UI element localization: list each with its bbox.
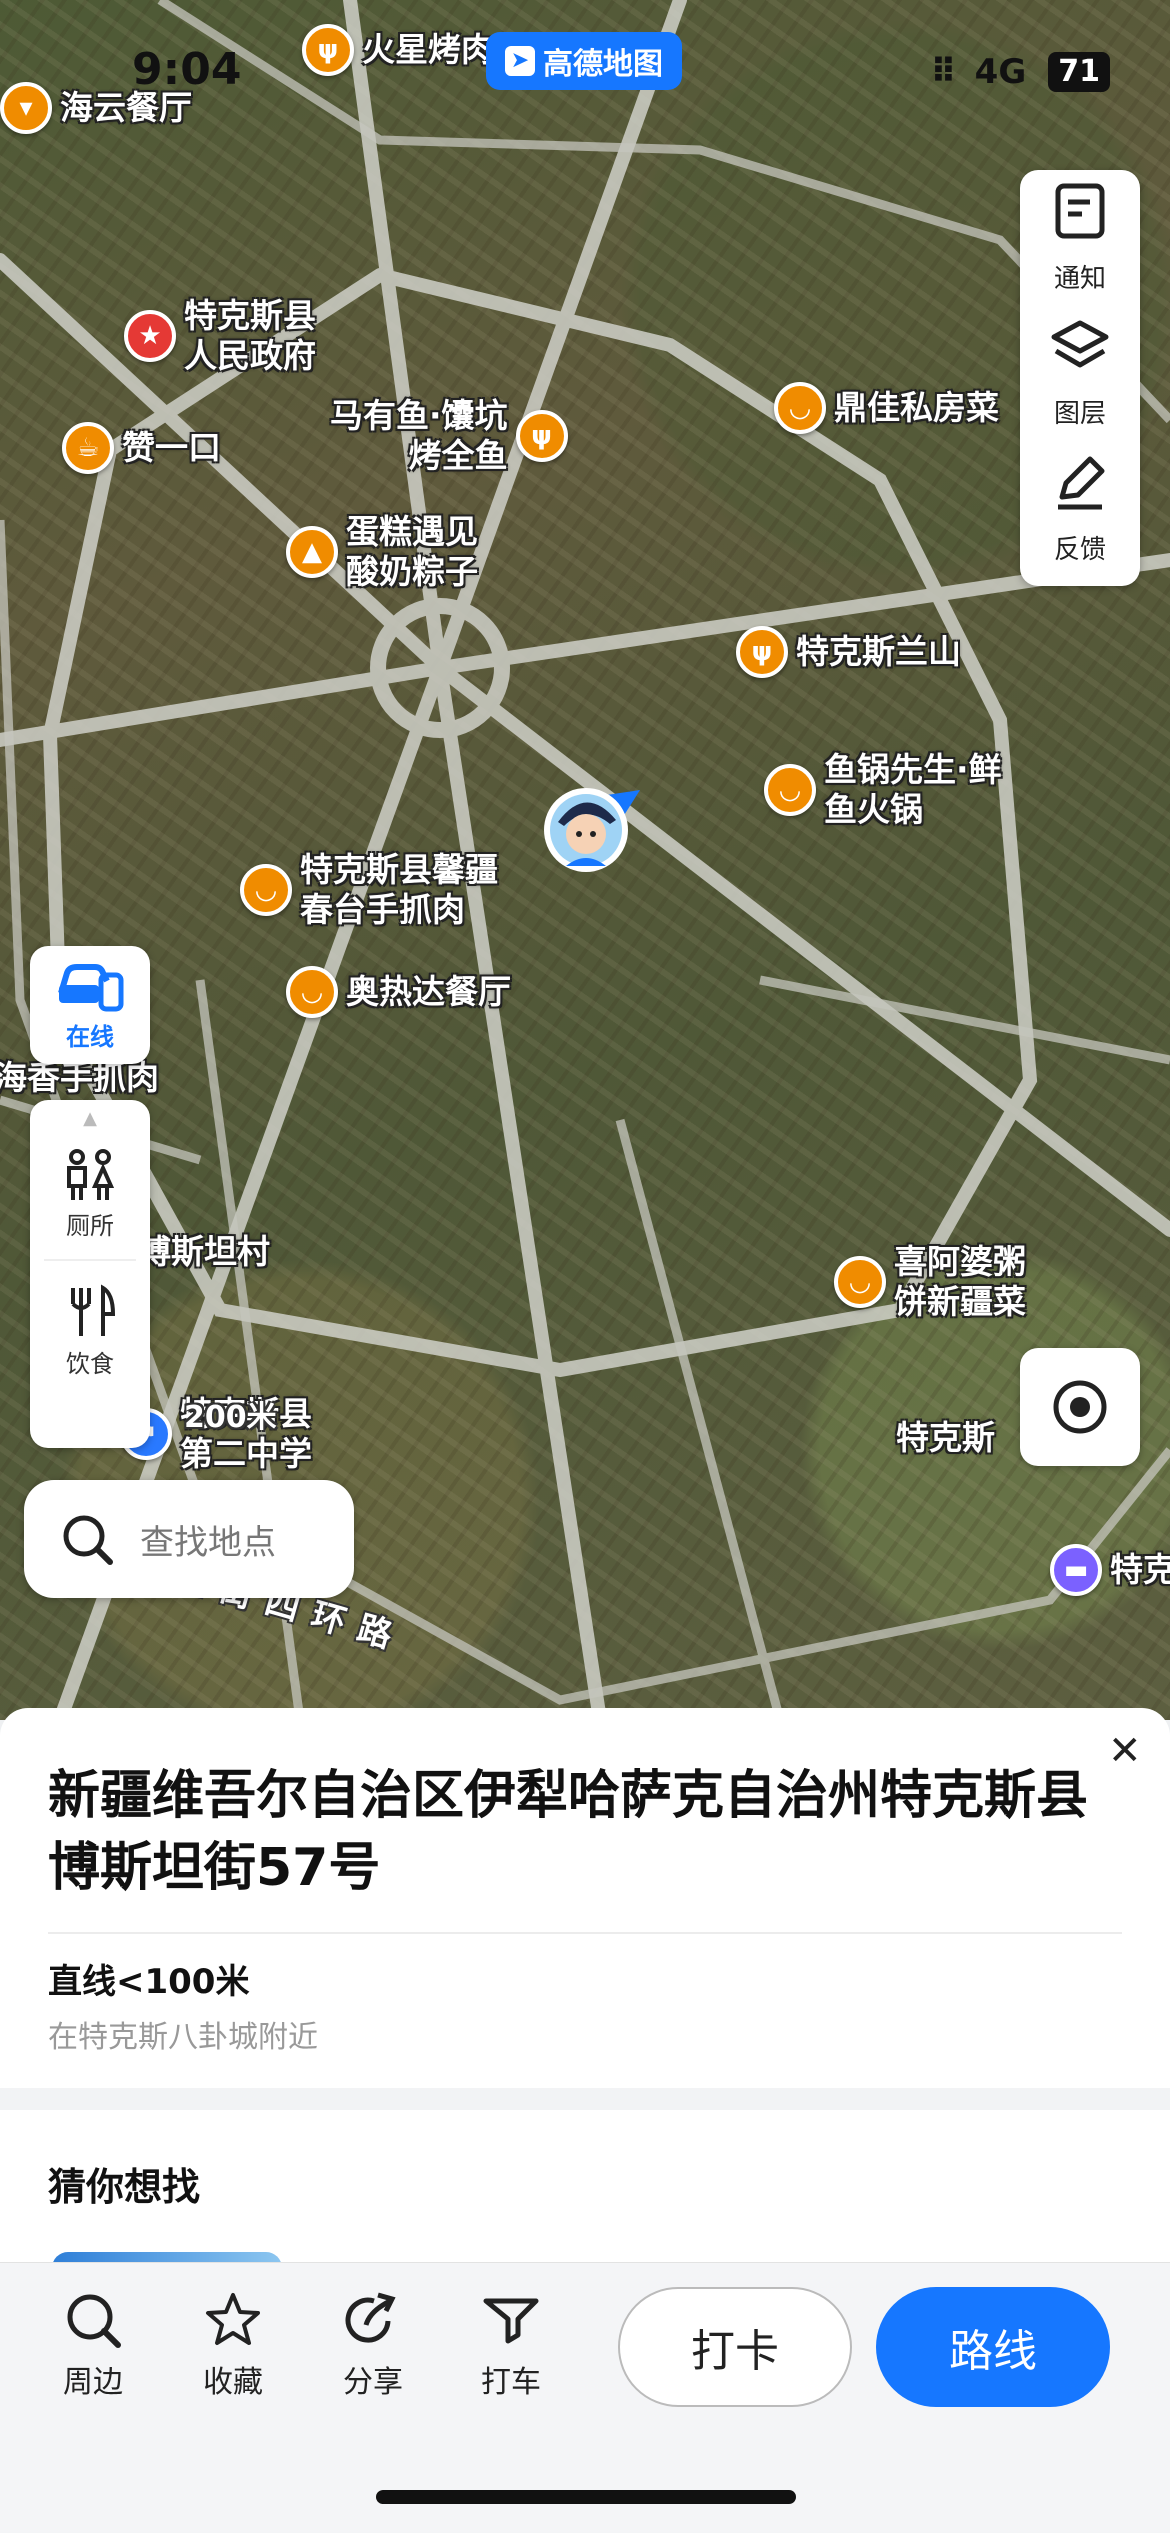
online-label: 在线 (66, 1022, 114, 1051)
share-icon (345, 2292, 396, 2343)
cutlery-icon (71, 1283, 116, 1336)
layers-icon (1050, 319, 1110, 387)
divider (48, 1932, 1122, 1934)
poi-zanyikou[interactable]: ☕ 赞一口 (62, 422, 221, 474)
poi-yuguo[interactable]: ◡ 鱼锅先生·鲜 鱼火锅 (764, 750, 1002, 830)
taxi-button[interactable]: 打车 (456, 2291, 566, 2401)
layers-button[interactable]: 图层 (1020, 306, 1140, 442)
category-panel: ▲ 厕所 饮食 (30, 1100, 150, 1448)
poi-lanshan[interactable]: ψ 特克斯兰山 (736, 626, 961, 678)
government-star-icon: ★ (124, 310, 176, 362)
notice-icon (1052, 182, 1108, 252)
toilet-label: 厕所 (66, 1211, 114, 1240)
cake-icon: ▲ (286, 526, 338, 578)
car-icon (58, 963, 124, 1011)
food-label: 饮食 (66, 1349, 114, 1378)
network-label: 4G (974, 52, 1027, 92)
poi-xiapo[interactable]: ◡ 喜阿婆粥 饼新疆菜 (834, 1242, 1026, 1322)
user-location-marker[interactable] (540, 784, 640, 876)
feedback-label: 反馈 (1053, 534, 1106, 565)
address-title: 新疆维吾尔自治区伊犁哈萨克自治州特克斯县博斯坦街57号 (48, 1766, 1089, 1898)
bowl-icon: ◡ (774, 382, 826, 434)
poi-hotel[interactable]: ▬ 特克 (1050, 1544, 1170, 1596)
toilet-button[interactable]: 厕所 (30, 1129, 150, 1259)
amap-brand-badge[interactable]: ➤ 高德地图 (486, 32, 682, 90)
poi-xinjiang[interactable]: ◡ 特克斯县馨疆 春台手抓肉 (240, 850, 498, 930)
cutlery-icon: ψ (302, 24, 354, 76)
coffee-cup-icon: ☕ (62, 422, 114, 474)
bowl-icon: ◡ (286, 966, 338, 1018)
nearby-text: 在特克斯八卦城附近 (48, 2020, 318, 2055)
battery-icon: 71 (1048, 52, 1110, 92)
poi-dingjia[interactable]: ◡ 鼎佳私房菜 (774, 382, 999, 434)
nearby-label: 周边 (63, 2365, 123, 2400)
taxi-icon (483, 2298, 539, 2344)
route-button[interactable]: 路线 (876, 2287, 1110, 2407)
bowl-icon: ◡ (764, 764, 816, 816)
poi-haixiang[interactable]: 海香手抓肉 (0, 1058, 159, 1098)
home-indicator[interactable] (376, 2490, 796, 2504)
favorite-label: 收藏 (203, 2365, 263, 2400)
right-toolbar: 通知 图层 反馈 (1020, 170, 1140, 586)
bowl-icon: ◡ (240, 864, 292, 916)
guess-section-title: 猜你想找 (48, 2165, 201, 2209)
close-icon[interactable]: ✕ (1108, 1728, 1142, 1774)
brand-label: 高德地图 (543, 47, 663, 82)
section-separator (0, 2088, 1170, 2110)
checkin-button[interactable]: 打卡 (618, 2287, 852, 2407)
feedback-button[interactable]: 反馈 (1020, 442, 1140, 578)
poi-government[interactable]: ★ 特克斯县 人民政府 (124, 296, 316, 376)
status-indicators: ⠿ 4G 71 (930, 52, 1110, 92)
poi-aoreda[interactable]: ◡ 奥热达餐厅 (286, 966, 511, 1018)
restaurant-icon: ▾ (0, 82, 52, 134)
share-button[interactable]: 分享 (318, 2291, 428, 2401)
layers-label: 图层 (1053, 398, 1106, 429)
cutlery-icon: ψ (736, 626, 788, 678)
nearby-button[interactable]: 周边 (38, 2291, 148, 2401)
locate-target-icon (1053, 1380, 1107, 1434)
share-label: 分享 (343, 2365, 403, 2400)
star-icon (206, 2293, 260, 2345)
online-car-button[interactable]: 在线 (30, 946, 150, 1064)
notice-button[interactable]: 通知 (1020, 170, 1140, 306)
cutlery-icon: ψ (515, 410, 568, 462)
poi-huoxing[interactable]: ψ 火星烤肉 (302, 24, 494, 76)
toilet-icon (67, 1148, 115, 1200)
collapse-arrow-icon[interactable]: ▲ (30, 1100, 150, 1129)
hotel-bed-icon: ▬ (1050, 1544, 1102, 1596)
search-nearby-icon (67, 2294, 121, 2348)
search-box[interactable]: 查找地点 (24, 1480, 354, 1598)
poi-bositan[interactable]: 博斯坦村 (138, 1232, 270, 1272)
scale-label: 200米 (184, 1400, 277, 1435)
signal-icon: ⠿ (930, 52, 956, 92)
satellite-map[interactable]: ▾ 海云餐厅 ψ 火星烤肉 ★ 特克斯县 人民政府 ☕ 赞一口 ψ 马有鱼·馕坑… (0, 0, 1170, 1720)
favorite-button[interactable]: 收藏 (178, 2291, 288, 2401)
status-time: 9:04 (132, 44, 242, 95)
locate-me-button[interactable] (1020, 1348, 1140, 1466)
search-icon (63, 1515, 113, 1565)
poi-mayouyu[interactable]: ψ 马有鱼·馕坑 烤全鱼 (330, 396, 568, 476)
poi-tekes-east[interactable]: 特克斯 (896, 1418, 995, 1458)
search-placeholder: 查找地点 (140, 1522, 276, 1563)
food-button[interactable]: 饮食 (30, 1261, 150, 1401)
bowl-icon: ◡ (834, 1256, 886, 1308)
navigation-arrow-icon: ➤ (505, 46, 535, 76)
feedback-icon (1052, 455, 1108, 523)
distance-text: 直线<100米 (48, 1962, 250, 2002)
taxi-label: 打车 (481, 2365, 541, 2400)
poi-dangao[interactable]: ▲ 蛋糕遇见 酸奶粽子 (286, 512, 478, 592)
notice-label: 通知 (1053, 263, 1106, 294)
